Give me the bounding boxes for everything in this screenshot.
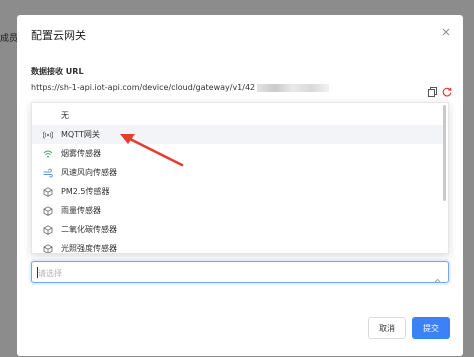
option-label: 二氧化碳传感器 [61, 225, 117, 234]
dropdown-option-co2[interactable]: 二氧化碳传感器 [32, 220, 446, 239]
cube-icon [43, 205, 53, 216]
option-label: 烟雾传感器 [61, 149, 101, 158]
dropdown-option-rain[interactable]: 雨量传感器 [32, 201, 446, 220]
copy-icon[interactable] [428, 82, 437, 97]
submit-button[interactable]: 提交 [412, 317, 450, 339]
option-label: 风速风向传感器 [61, 168, 117, 177]
dropdown-option-wind[interactable]: 风速风向传感器 [32, 163, 446, 182]
close-icon[interactable] [441, 27, 451, 37]
wifi-icon [43, 149, 53, 159]
dropdown-scrollbar[interactable] [443, 105, 446, 201]
url-text: https://sh-1-api.iot-api.com/device/clou… [31, 83, 256, 92]
chevron-up-icon [433, 269, 442, 284]
gateway-type-select[interactable]: 请选择 [31, 261, 449, 284]
dropdown-option-mqtt[interactable]: MQTT网关 [32, 125, 446, 144]
dropdown-option-pm25[interactable]: PM2.5传感器 [32, 182, 446, 201]
annotation-arrow [120, 134, 184, 167]
refresh-icon[interactable] [442, 82, 452, 97]
partially-hidden-field-label [31, 248, 91, 256]
gateway-type-dropdown[interactable]: 无 MQTT网关 烟雾传感器 风速风向传感器 PM2.5传感器 雨量传感器 二氧… [31, 102, 449, 254]
cube-icon [43, 224, 53, 235]
cube-icon [43, 186, 53, 197]
dialog-title: 配置云网关 [31, 29, 86, 42]
option-label: MQTT网关 [61, 130, 100, 139]
option-label: PM2.5传感器 [61, 187, 110, 196]
url-redaction [257, 83, 330, 92]
dropdown-option-none[interactable]: 无 [32, 106, 446, 125]
select-placeholder: 请选择 [38, 269, 62, 278]
wind-icon [43, 168, 53, 178]
dropdown-option-smoke[interactable]: 烟雾传感器 [32, 144, 446, 163]
option-label: 无 [61, 111, 69, 120]
url-label: 数据接收 URL [31, 67, 84, 76]
url-value: https://sh-1-api.iot-api.com/device/clou… [31, 83, 330, 92]
cancel-button[interactable]: 取消 [368, 317, 406, 339]
broadcast-icon [43, 130, 53, 140]
dropdown-option-light[interactable]: 光照强度传感器 [32, 239, 446, 253]
option-label: 雨量传感器 [61, 206, 101, 215]
